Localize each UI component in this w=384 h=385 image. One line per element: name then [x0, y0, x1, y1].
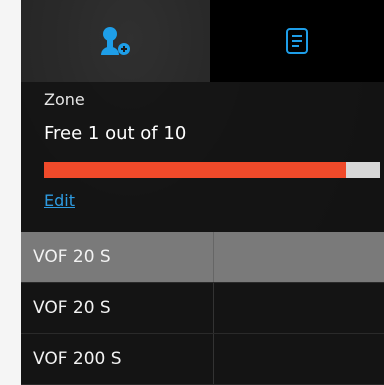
list-item[interactable]: VOF 20 S: [21, 232, 384, 283]
list-item[interactable]: VOF 200 S: [21, 334, 384, 385]
zone-label: Zone: [44, 90, 85, 109]
zone-panel: Zone Free 1 out of 10 Edit VOF 20 S VOF 2…: [21, 0, 384, 385]
zone-info: Zone Free 1 out of 10 Edit: [21, 82, 384, 232]
quota-progress-bar: [44, 162, 380, 178]
quota-progress-fill: [44, 162, 346, 178]
list-item-label: VOF 200 S: [21, 334, 214, 384]
list-item-label: VOF 20 S: [21, 232, 214, 282]
list-item-cell: [214, 334, 384, 384]
tab-users[interactable]: [21, 0, 210, 82]
list-item-label: VOF 20 S: [21, 283, 214, 333]
left-edge-strip: [0, 0, 21, 385]
zone-list: VOF 20 S VOF 20 S VOF 200 S: [21, 232, 384, 385]
app-frame: Zone Free 1 out of 10 Edit VOF 20 S VOF 2…: [0, 0, 384, 385]
tab-bar: [21, 0, 384, 82]
list-item-cell: [214, 232, 384, 282]
list-item[interactable]: VOF 20 S: [21, 283, 384, 334]
edit-link[interactable]: Edit: [44, 191, 75, 210]
list-item-cell: [214, 283, 384, 333]
quota-text: Free 1 out of 10: [44, 123, 187, 144]
tab-documents[interactable]: [210, 0, 384, 82]
user-add-icon: [100, 27, 130, 55]
document-icon: [286, 28, 308, 54]
